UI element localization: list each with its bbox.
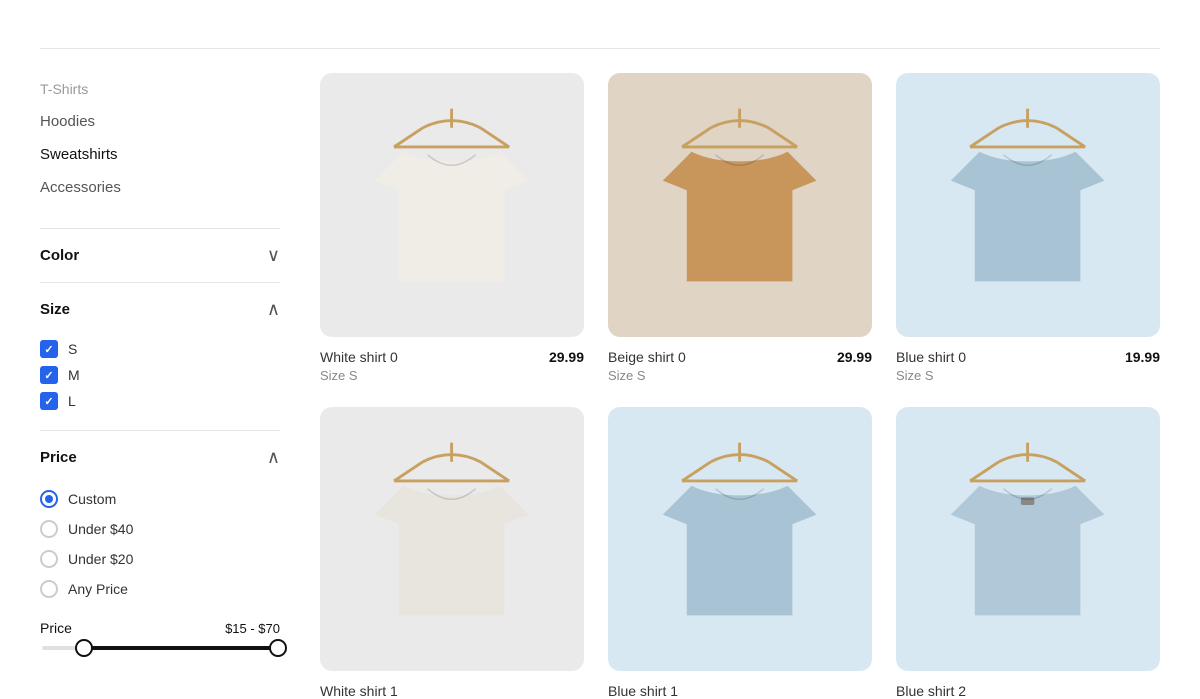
radio-circle-under-$40 bbox=[40, 520, 58, 538]
product-price-2: 19.99 bbox=[1125, 349, 1160, 365]
product-info-3: White shirt 1 bbox=[320, 683, 584, 699]
product-size-0: Size S bbox=[320, 368, 584, 383]
price-slider-track[interactable] bbox=[42, 646, 278, 650]
product-name-0: White shirt 0 bbox=[320, 349, 398, 365]
color-filter-section: Color ∨ bbox=[40, 228, 280, 282]
price-slider-fill bbox=[84, 646, 278, 650]
price-slider-section: Price $15 - $70 bbox=[40, 604, 280, 650]
product-card-2[interactable]: Blue shirt 0 19.99 Size S bbox=[896, 73, 1160, 383]
price-range-display: $15 - $70 bbox=[225, 621, 280, 636]
nav-item-hoodies[interactable]: Hoodies bbox=[40, 105, 280, 138]
checkbox-label-m: M bbox=[68, 367, 80, 383]
product-image-3 bbox=[320, 407, 584, 671]
radio-label-any-price: Any Price bbox=[68, 581, 128, 597]
product-name-2: Blue shirt 0 bbox=[896, 349, 966, 365]
price-radio-any-price[interactable]: Any Price bbox=[40, 574, 280, 604]
radio-circle-custom bbox=[40, 490, 58, 508]
radio-label-custom: Custom bbox=[68, 491, 116, 507]
product-image-0 bbox=[320, 73, 584, 337]
price-slider-label: Price bbox=[40, 620, 72, 636]
checkbox-label-s: S bbox=[68, 341, 77, 357]
product-info-0: White shirt 0 29.99 Size S bbox=[320, 349, 584, 383]
price-slider-thumb-high[interactable] bbox=[269, 639, 287, 657]
product-size-2: Size S bbox=[896, 368, 1160, 383]
product-card-4[interactable]: Blue shirt 1 bbox=[608, 407, 872, 699]
product-image-4 bbox=[608, 407, 872, 671]
header-divider bbox=[40, 48, 1160, 49]
checkbox-icon-s: ✓ bbox=[40, 340, 58, 358]
checkbox-icon-m: ✓ bbox=[40, 366, 58, 384]
product-card-5[interactable]: Blue shirt 2 bbox=[896, 407, 1160, 699]
product-image-2 bbox=[896, 73, 1160, 337]
size-checkbox-s[interactable]: ✓ S bbox=[40, 336, 280, 362]
nav-item-t-shirts[interactable]: T-Shirts bbox=[40, 73, 280, 105]
size-filter-toggle-icon: ∧ bbox=[267, 299, 280, 320]
product-name-1: Beige shirt 0 bbox=[608, 349, 686, 365]
price-filter-header[interactable]: Price ∧ bbox=[40, 447, 280, 468]
price-filter-toggle-icon: ∧ bbox=[267, 447, 280, 468]
radio-label-under-$20: Under $20 bbox=[68, 551, 133, 567]
nav-item-accessories[interactable]: Accessories bbox=[40, 171, 280, 204]
sidebar: T-ShirtsHoodiesSweatshirtsAccessories Co… bbox=[40, 73, 280, 699]
size-filter-header[interactable]: Size ∧ bbox=[40, 299, 280, 320]
size-filter-content: ✓ S ✓ M ✓ L bbox=[40, 320, 280, 414]
price-slider-thumb-low[interactable] bbox=[75, 639, 93, 657]
color-filter-header[interactable]: Color ∨ bbox=[40, 245, 280, 266]
category-nav: T-ShirtsHoodiesSweatshirtsAccessories bbox=[40, 73, 280, 204]
price-radio-under-$40[interactable]: Under $40 bbox=[40, 514, 280, 544]
checkbox-label-l: L bbox=[68, 393, 76, 409]
product-info-2: Blue shirt 0 19.99 Size S bbox=[896, 349, 1160, 383]
radio-label-under-$40: Under $40 bbox=[68, 521, 133, 537]
product-name-4: Blue shirt 1 bbox=[608, 683, 678, 699]
size-filter-label: Size bbox=[40, 301, 70, 318]
product-card-1[interactable]: Beige shirt 0 29.99 Size S bbox=[608, 73, 872, 383]
size-filter-section: Size ∧ ✓ S ✓ M ✓ L bbox=[40, 282, 280, 430]
product-image-5 bbox=[896, 407, 1160, 671]
product-info-1: Beige shirt 0 29.99 Size S bbox=[608, 349, 872, 383]
product-info-5: Blue shirt 2 bbox=[896, 683, 1160, 699]
price-filter-label: Price bbox=[40, 449, 77, 466]
size-checkbox-m[interactable]: ✓ M bbox=[40, 362, 280, 388]
product-size-1: Size S bbox=[608, 368, 872, 383]
product-name-3: White shirt 1 bbox=[320, 683, 398, 699]
product-card-0[interactable]: White shirt 0 29.99 Size S bbox=[320, 73, 584, 383]
checkbox-icon-l: ✓ bbox=[40, 392, 58, 410]
price-filter-content: Custom Under $40 Under $20 Any Price Pri… bbox=[40, 468, 280, 650]
price-radio-under-$20[interactable]: Under $20 bbox=[40, 544, 280, 574]
color-filter-toggle-icon: ∨ bbox=[267, 245, 280, 266]
nav-item-sweatshirts[interactable]: Sweatshirts bbox=[40, 138, 280, 171]
price-filter-section: Price ∧ Custom Under $40 Under $20 Any P… bbox=[40, 430, 280, 666]
price-radio-custom[interactable]: Custom bbox=[40, 484, 280, 514]
color-filter-label: Color bbox=[40, 247, 79, 264]
size-checkbox-l[interactable]: ✓ L bbox=[40, 388, 280, 414]
product-image-1 bbox=[608, 73, 872, 337]
radio-circle-under-$20 bbox=[40, 550, 58, 568]
product-grid: White shirt 0 29.99 Size S Beige shirt 0… bbox=[320, 73, 1160, 699]
product-price-1: 29.99 bbox=[837, 349, 872, 365]
product-info-4: Blue shirt 1 bbox=[608, 683, 872, 699]
product-name-5: Blue shirt 2 bbox=[896, 683, 966, 699]
product-card-3[interactable]: White shirt 1 bbox=[320, 407, 584, 699]
radio-circle-any-price bbox=[40, 580, 58, 598]
product-price-0: 29.99 bbox=[549, 349, 584, 365]
